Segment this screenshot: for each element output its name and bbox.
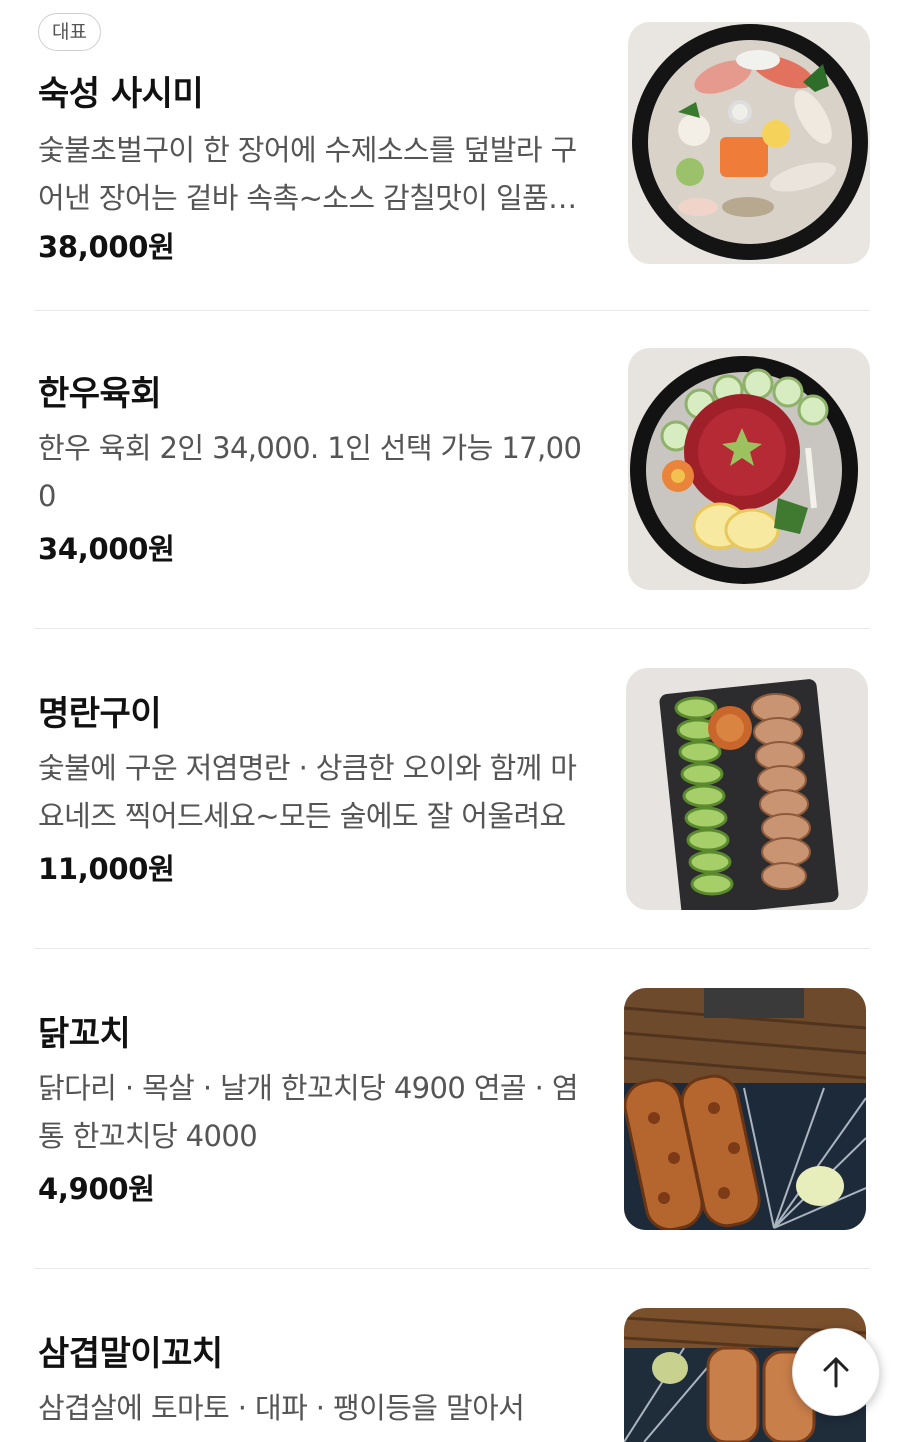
menu-item-description: 숯불에 구운 저염명란 · 상큼한 오이와 함께 마요네즈 찍어드세요~모든 술… [38,751,577,833]
menu-item[interactable]: 삼겹말이꼬치 삼겹살에 토마토 · 대파 · 팽이등을 말아서 [0,1280,900,1442]
divider [34,310,870,311]
menu-item-price: 4,900원 [38,1172,155,1206]
menu-item-name: 숙성 사시미 [38,74,204,114]
signature-badge: 대표 [38,13,101,51]
sashimi-platter-image [628,22,870,264]
menu-item[interactable]: 닭꼬치 닭다리 · 목살 · 날개 한꼬치당 4900 연골 · 염통 한꼬치당… [0,960,900,1270]
menu-item-price: 11,000원 [38,852,175,886]
arrow-up-icon [823,1357,849,1388]
chicken-skewers-image [624,988,866,1230]
menu-item-photo[interactable] [624,988,866,1230]
grilled-pollock-roe-image [626,668,868,910]
menu-item-description: 숯불초벌구이 한 장어에 수제소스를 덮발라 구어낸 장어는 겉바 속촉~소스 … [38,133,577,215]
scroll-to-top-button[interactable] [792,1328,880,1416]
beef-tartare-image [628,348,870,590]
divider [34,948,870,949]
menu-item-name: 한우육회 [38,374,162,414]
menu-item-name: 명란구이 [38,694,162,734]
menu-item[interactable]: 한우육회 한우 육회 2인 34,000. 1인 선택 가능 17,000 34… [0,320,900,630]
menu-item-description: 한우 육회 2인 34,000. 1인 선택 가능 17,000 [38,431,582,513]
menu-item[interactable]: 대표 숙성 사시미 숯불초벌구이 한 장어에 수제소스를 덮발라 구어낸 장어는… [0,0,900,310]
menu-item-photo[interactable] [628,22,870,264]
divider [34,628,870,629]
menu-item-description: 닭다리 · 목살 · 날개 한꼬치당 4900 연골 · 염통 한꼬치당 400… [38,1071,579,1153]
menu-item-name: 닭꼬치 [38,1014,131,1054]
menu-item-price: 34,000원 [38,532,175,566]
menu-item-photo[interactable] [626,668,868,910]
menu-item-price: 38,000원 [38,230,175,264]
menu-item[interactable]: 명란구이 숯불에 구운 저염명란 · 상큼한 오이와 함께 마요네즈 찍어드세요… [0,640,900,950]
menu-item-name: 삼겹말이꼬치 [38,1334,223,1374]
menu-item-description: 삼겹살에 토마토 · 대파 · 팽이등을 말아서 [38,1391,525,1425]
divider [34,1268,870,1269]
menu-item-photo[interactable] [628,348,870,590]
